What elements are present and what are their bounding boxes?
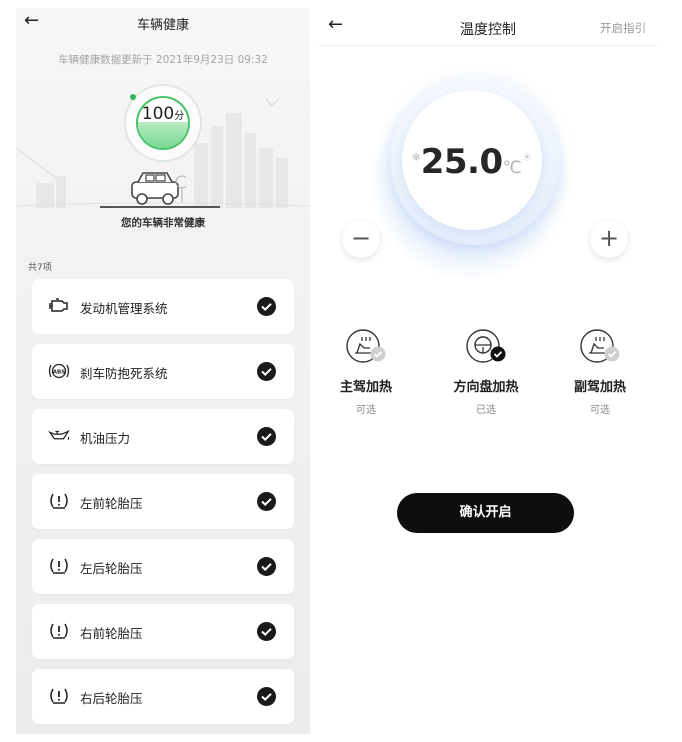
check-item-rear-left-tire[interactable]: 左后轮胎压	[32, 539, 294, 594]
check-item-label: 左后轮胎压	[80, 561, 143, 576]
heat-option-name: 方向盘加热	[453, 380, 519, 395]
tire-pressure-icon	[48, 621, 70, 641]
heating-options: 主驾加热 可选 方向盘加热 已选 副驾加热 可选	[318, 326, 658, 436]
header: ← 温度控制 开启指引	[318, 8, 658, 46]
heat-option-status: 可选	[590, 405, 610, 416]
check-item-rear-right-tire[interactable]: 右后轮胎压	[32, 669, 294, 724]
check-item-abs[interactable]: ABS 刹车防抱死系统	[32, 344, 294, 399]
update-time: 车辆健康数据更新于 2021年9月23日 09:32	[58, 54, 268, 66]
check-item-label: 右后轮胎压	[80, 691, 143, 706]
guide-link[interactable]: 开启指引	[600, 20, 646, 36]
page-title: 车辆健康	[136, 18, 189, 33]
health-score-gauge: 100分	[118, 78, 208, 168]
check-item-engine[interactable]: 发动机管理系统	[32, 279, 294, 334]
check-item-label: 刹车防抱死系统	[80, 366, 168, 381]
car-icon	[131, 172, 186, 205]
steering-wheel-heat-option[interactable]: 方向盘加热 已选	[446, 326, 526, 416]
tire-pressure-icon	[48, 556, 70, 576]
oil-pressure-icon	[48, 426, 70, 446]
confirm-button[interactable]: 确认开启	[397, 493, 574, 533]
heat-option-name: 主驾加热	[339, 380, 392, 395]
temperature-control-screen: ← 温度控制 开启指引 ❄25.0℃☀ − + 主驾加热 可选 方向盘加热 已选…	[318, 8, 658, 734]
temperature-unit: ℃	[502, 158, 522, 178]
header: ← 车辆健康	[16, 8, 310, 36]
check-item-label: 发动机管理系统	[80, 301, 168, 316]
check-icon	[257, 622, 276, 641]
score-progress-dot	[130, 94, 136, 100]
check-item-label: 右前轮胎压	[80, 626, 143, 641]
check-icon	[257, 687, 276, 706]
heat-option-status: 已选	[476, 405, 496, 416]
engine-icon	[48, 296, 70, 316]
check-item-front-left-tire[interactable]: 左前轮胎压	[32, 474, 294, 529]
health-status-text: 您的车辆非常健康	[121, 217, 205, 229]
check-item-front-right-tire[interactable]: 右前轮胎压	[32, 604, 294, 659]
snowflake-icon: ❄	[411, 151, 421, 164]
check-icon	[257, 362, 276, 381]
driver-seat-heat-option[interactable]: 主驾加热 可选	[326, 326, 406, 416]
temperature-display: ❄25.0℃☀	[402, 142, 542, 186]
svg-text:ABS: ABS	[53, 369, 65, 375]
heat-option-name: 副驾加热	[573, 380, 626, 395]
check-item-oil-pressure[interactable]: 机油压力	[32, 409, 294, 464]
check-icon	[257, 492, 276, 511]
check-icon	[257, 557, 276, 576]
abs-icon: ABS	[48, 361, 70, 381]
check-item-label: 机油压力	[80, 431, 131, 446]
score-fill	[138, 122, 188, 148]
road-line	[100, 206, 220, 208]
check-icon	[257, 427, 276, 446]
decrease-temperature-button[interactable]: −	[342, 220, 380, 258]
sun-icon: ☀	[521, 150, 533, 164]
check-icon	[257, 297, 276, 316]
temperature-value: 25.0	[420, 142, 503, 182]
tire-pressure-icon	[48, 491, 70, 511]
vehicle-health-screen: ← 车辆健康 车辆健康数据更新于 2021年9月23日 09:32 100分 您…	[16, 8, 310, 734]
heat-option-status: 可选	[356, 405, 376, 416]
score-value: 100分	[141, 104, 185, 124]
passenger-seat-heat-icon	[577, 326, 623, 366]
steering-wheel-heat-icon	[463, 326, 509, 366]
driver-seat-heat-icon	[343, 326, 389, 366]
passenger-seat-heat-option[interactable]: 副驾加热 可选	[560, 326, 640, 416]
increase-temperature-button[interactable]: +	[590, 220, 628, 258]
tire-pressure-icon	[48, 686, 70, 706]
check-item-label: 左前轮胎压	[80, 496, 143, 511]
item-count: 共7项	[28, 263, 52, 273]
